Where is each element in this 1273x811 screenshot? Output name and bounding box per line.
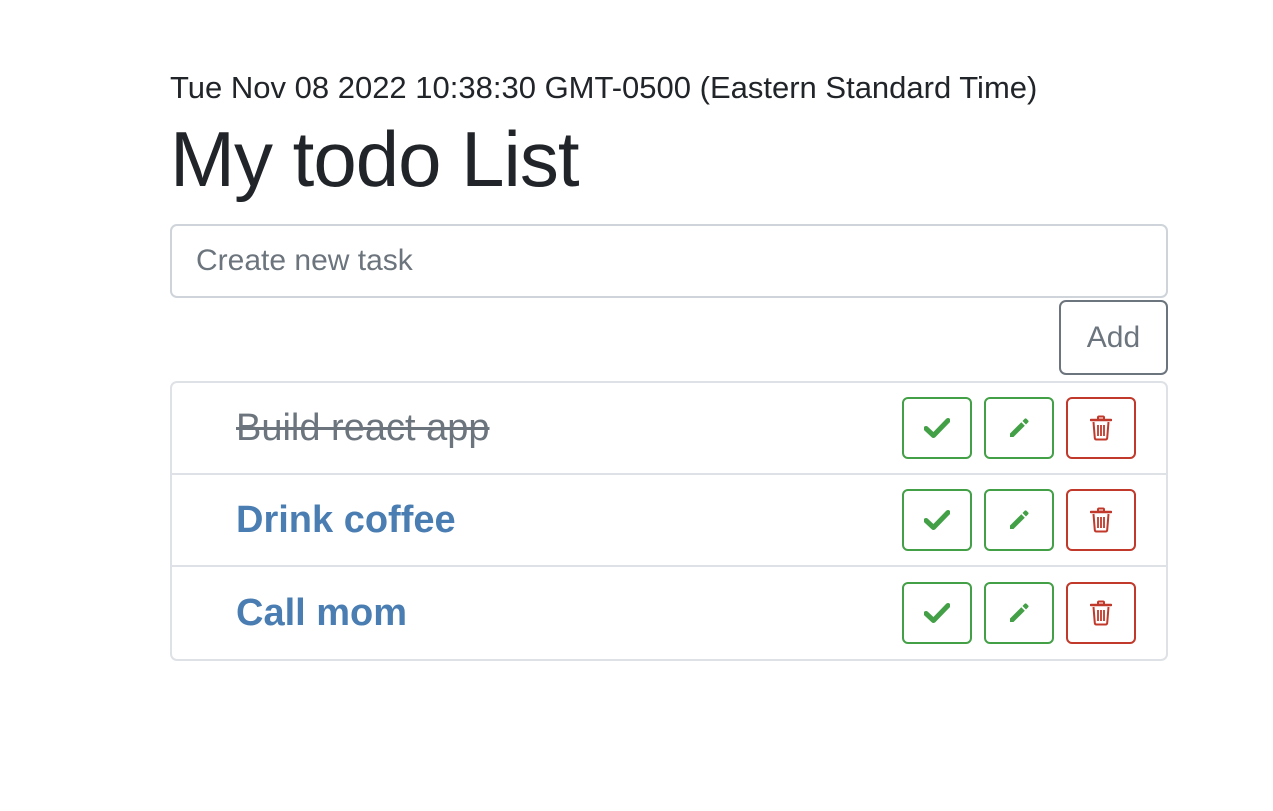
trash-icon: [1090, 415, 1112, 441]
pencil-icon: [1010, 603, 1029, 622]
complete-task-button[interactable]: [902, 582, 972, 644]
task-list: Build react app Drink coffee Call mom: [170, 381, 1168, 661]
task-label[interactable]: Call mom: [236, 592, 407, 635]
check-icon: [924, 510, 950, 530]
task-row: Drink coffee: [172, 475, 1166, 567]
delete-task-button[interactable]: [1066, 489, 1136, 551]
task-label[interactable]: Build react app: [236, 407, 490, 450]
trash-icon: [1090, 507, 1112, 533]
check-icon: [924, 418, 950, 438]
task-row: Call mom: [172, 567, 1166, 659]
complete-task-button[interactable]: [902, 489, 972, 551]
task-label[interactable]: Drink coffee: [236, 499, 456, 542]
pencil-icon: [1010, 418, 1029, 437]
task-actions: [902, 582, 1136, 644]
delete-task-button[interactable]: [1066, 397, 1136, 459]
complete-task-button[interactable]: [902, 397, 972, 459]
check-icon: [924, 603, 950, 623]
edit-task-button[interactable]: [984, 582, 1054, 644]
add-task-button[interactable]: Add: [1059, 300, 1168, 375]
add-row: Add: [170, 300, 1168, 375]
pencil-icon: [1010, 510, 1029, 529]
page-title: My todo List: [170, 115, 580, 203]
new-task-input[interactable]: [170, 224, 1168, 298]
edit-task-button[interactable]: [984, 397, 1054, 459]
delete-task-button[interactable]: [1066, 582, 1136, 644]
current-timestamp: Tue Nov 08 2022 10:38:30 GMT-0500 (Easte…: [170, 70, 1038, 105]
edit-task-button[interactable]: [984, 489, 1054, 551]
task-actions: [902, 397, 1136, 459]
task-row: Build react app: [172, 383, 1166, 475]
todo-app: Tue Nov 08 2022 10:38:30 GMT-0500 (Easte…: [170, 66, 1168, 661]
trash-icon: [1090, 600, 1112, 626]
task-actions: [902, 489, 1136, 551]
